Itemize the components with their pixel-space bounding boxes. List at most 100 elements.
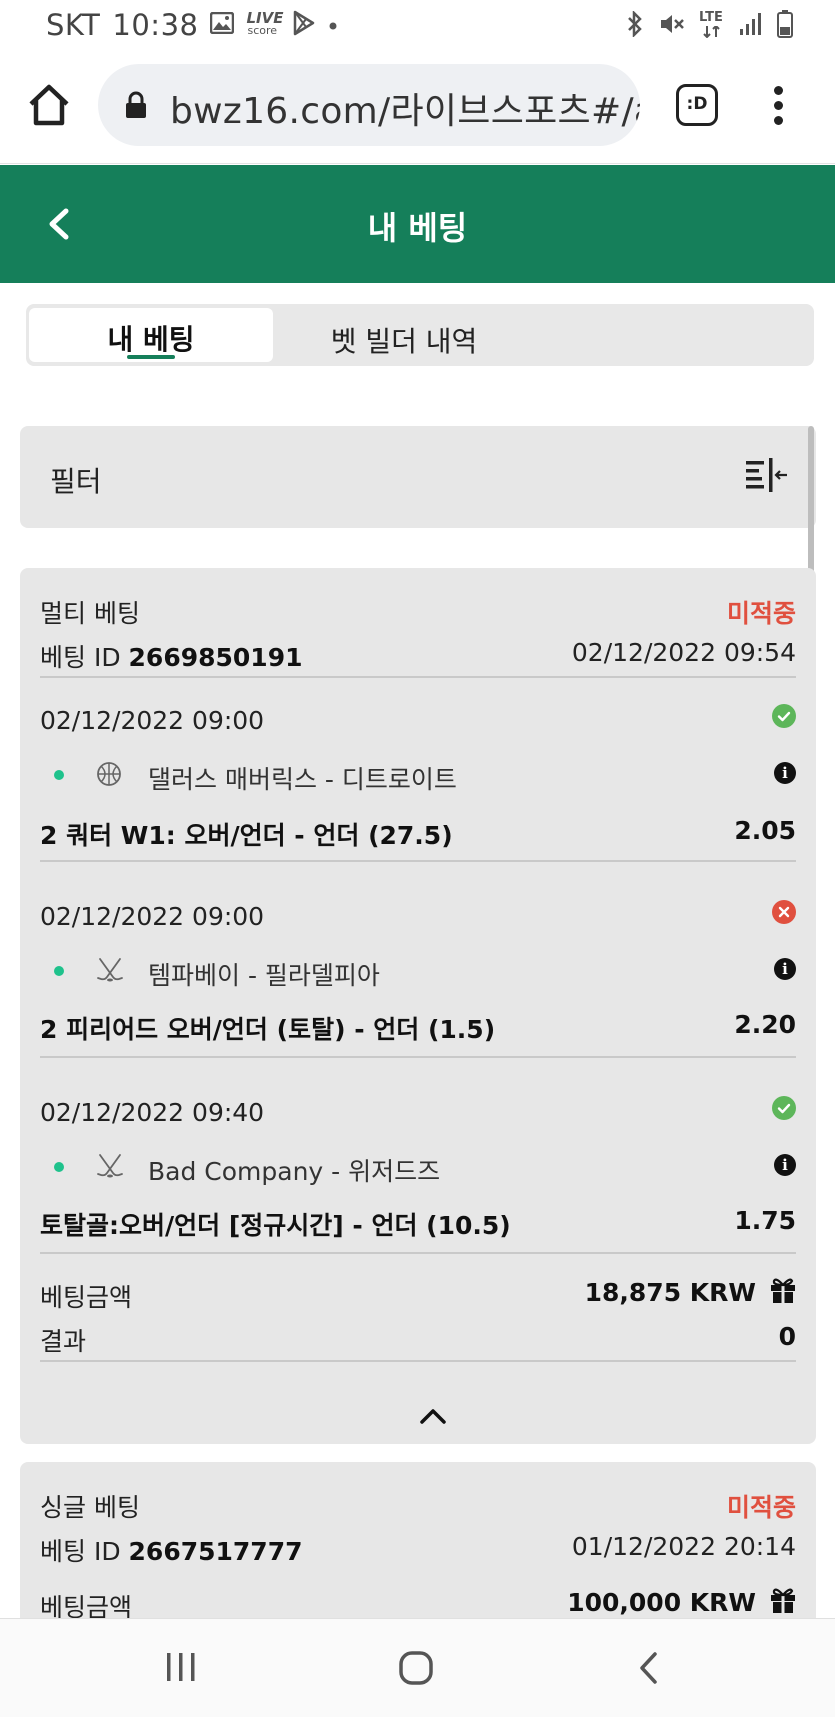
result-value: 0 — [778, 1322, 796, 1351]
market-name: 2 피리어드 오버/언더 (토탈) - 언더 (1.5) — [40, 1015, 496, 1044]
divider — [40, 860, 796, 862]
odds-value: 1.75 — [734, 1206, 796, 1235]
divider — [40, 1252, 796, 1254]
signal-icon — [739, 12, 763, 40]
recent-apps-icon[interactable] — [164, 1651, 198, 1687]
event-name: Bad Company - 위저드즈 — [148, 1157, 441, 1186]
bet-datetime: 01/12/2022 20:14 — [571, 1532, 796, 1561]
filter-icon[interactable] — [746, 458, 788, 498]
browser-home-button[interactable] — [26, 82, 72, 128]
bet-id-label: 베팅 ID — [40, 643, 121, 672]
browser-menu-button[interactable] — [764, 82, 792, 130]
info-icon[interactable]: i — [774, 1154, 796, 1176]
bet-status-badge: 미적중 — [726, 599, 796, 628]
stake-value: 18,875 KRW — [584, 1278, 756, 1307]
tab-bet-builder-history[interactable]: 벳 빌더 내역 — [284, 308, 524, 362]
browser-toolbar: bwz16.com/라이브스포츠#/ac :D — [0, 52, 835, 164]
stake-value: 100,000 KRW — [567, 1588, 756, 1617]
bet-type: 멀티 베팅 — [40, 599, 140, 628]
selection-date: 02/12/2022 09:00 — [40, 706, 265, 735]
dot-icon — [328, 16, 338, 35]
result-row: 결과 0 — [40, 1322, 796, 1356]
tab-label: 벳 빌더 내역 — [330, 325, 478, 358]
bet-id: 베팅 ID 2667517777 — [40, 1537, 302, 1566]
stake-row: 베팅금액 100,000 KRW — [40, 1586, 796, 1622]
bet-history-tabs: 내 베팅 벳 빌더 내역 — [26, 304, 814, 366]
collapse-button[interactable] — [418, 1406, 448, 1426]
market-name: 토탈골:오버/언더 [정규시간] - 언더 (10.5) — [40, 1211, 511, 1240]
result-label: 결과 — [40, 1327, 87, 1356]
selection-event: 댈러스 매버릭스 - 디트로이트 i — [40, 760, 796, 794]
bet-datetime: 02/12/2022 09:54 — [571, 638, 796, 667]
gallery-icon — [210, 11, 235, 38]
odds-value: 2.05 — [734, 816, 796, 845]
mute-icon — [659, 12, 685, 40]
status-bar: SKT 10:38 LIVE score LTE — [0, 0, 835, 52]
bet-id: 베팅 ID 2669850191 — [40, 643, 302, 672]
tab-label: 내 베팅 — [107, 323, 195, 356]
event-name: 템파베이 - 필라델피아 — [148, 961, 380, 990]
selection-header: 02/12/2022 09:00 — [40, 704, 796, 736]
play-store-icon — [292, 10, 316, 40]
lte-label: LTE — [699, 10, 723, 25]
odds-value: 2.20 — [734, 1010, 796, 1039]
gift-icon — [770, 1586, 796, 1618]
filter-label: 필터 — [50, 465, 102, 498]
check-circle-icon — [772, 1096, 796, 1120]
lock-icon — [124, 90, 148, 124]
filter-bar[interactable]: 필터 — [20, 426, 816, 528]
url-text: bwz16.com/라이브스포츠#/ac — [170, 91, 640, 132]
selection-header: 02/12/2022 09:40 — [40, 1096, 796, 1128]
address-bar[interactable]: bwz16.com/라이브스포츠#/ac — [98, 64, 640, 146]
divider — [40, 676, 796, 678]
selection-event: Bad Company - 위저드즈 i — [40, 1152, 796, 1186]
live-dot-icon — [54, 770, 64, 780]
live-dot-icon — [54, 966, 64, 976]
event-name: 댈러스 매버릭스 - 디트로이트 — [148, 765, 457, 794]
info-icon[interactable]: i — [774, 762, 796, 784]
selection-market: 2 쿼터 W1: 오버/언더 - 언더 (27.5) 2.05 — [40, 816, 796, 850]
check-circle-icon — [772, 704, 796, 728]
home-icon[interactable] — [398, 1651, 434, 1689]
bet-id-value: 2669850191 — [128, 643, 303, 672]
selection-market: 2 피리어드 오버/언더 (토탈) - 언더 (1.5) 2.20 — [40, 1010, 796, 1044]
stake-row: 베팅금액 18,875 KRW — [40, 1276, 796, 1312]
selection-date: 02/12/2022 09:40 — [40, 1098, 265, 1127]
x-circle-icon — [772, 900, 796, 924]
back-icon[interactable] — [636, 1651, 662, 1689]
divider — [40, 1360, 796, 1362]
chevron-up-icon — [420, 1409, 446, 1424]
menu-dot — [773, 101, 783, 110]
livescore-icon: LIVE score — [246, 9, 283, 39]
system-navigation-bar — [0, 1618, 835, 1717]
home-icon — [29, 84, 69, 126]
divider — [40, 1056, 796, 1058]
basketball-icon — [96, 761, 122, 791]
bet-type: 싱글 베팅 — [40, 1493, 140, 1522]
hockey-icon — [96, 957, 124, 987]
bet-id-label: 베팅 ID — [40, 1537, 121, 1566]
livescore-icon-line2: score — [247, 24, 278, 37]
market-name: 2 쿼터 W1: 오버/언더 - 언더 (27.5) — [40, 821, 453, 850]
live-dot-icon — [54, 1162, 64, 1172]
stake-label: 베팅금액 — [40, 1283, 133, 1312]
selection-date: 02/12/2022 09:00 — [40, 902, 265, 931]
tab-my-bets[interactable]: 내 베팅 — [29, 308, 273, 362]
lte-icon: LTE — [699, 10, 725, 40]
gift-icon — [770, 1276, 796, 1308]
bet-status-badge: 미적중 — [726, 1493, 796, 1522]
bet-id-value: 2667517777 — [128, 1537, 303, 1566]
hockey-icon — [96, 1153, 124, 1183]
app-header: 내 베팅 — [0, 165, 835, 283]
menu-dot — [773, 86, 783, 95]
selection-event: 템파베이 - 필라델피아 i — [40, 956, 796, 990]
selection-market: 토탈골:오버/언더 [정규시간] - 언더 (10.5) 1.75 — [40, 1206, 796, 1240]
info-icon[interactable]: i — [774, 958, 796, 980]
carrier-label: SKT — [46, 8, 101, 42]
selection-header: 02/12/2022 09:00 — [40, 900, 796, 932]
page-title: 내 베팅 — [367, 209, 468, 247]
battery-icon — [777, 10, 793, 42]
active-tab-indicator — [127, 355, 175, 359]
tab-switcher-button[interactable]: :D — [676, 84, 718, 126]
bet-card: 멀티 베팅 미적중 베팅 ID 2669850191 02/12/2022 09… — [20, 568, 816, 1444]
